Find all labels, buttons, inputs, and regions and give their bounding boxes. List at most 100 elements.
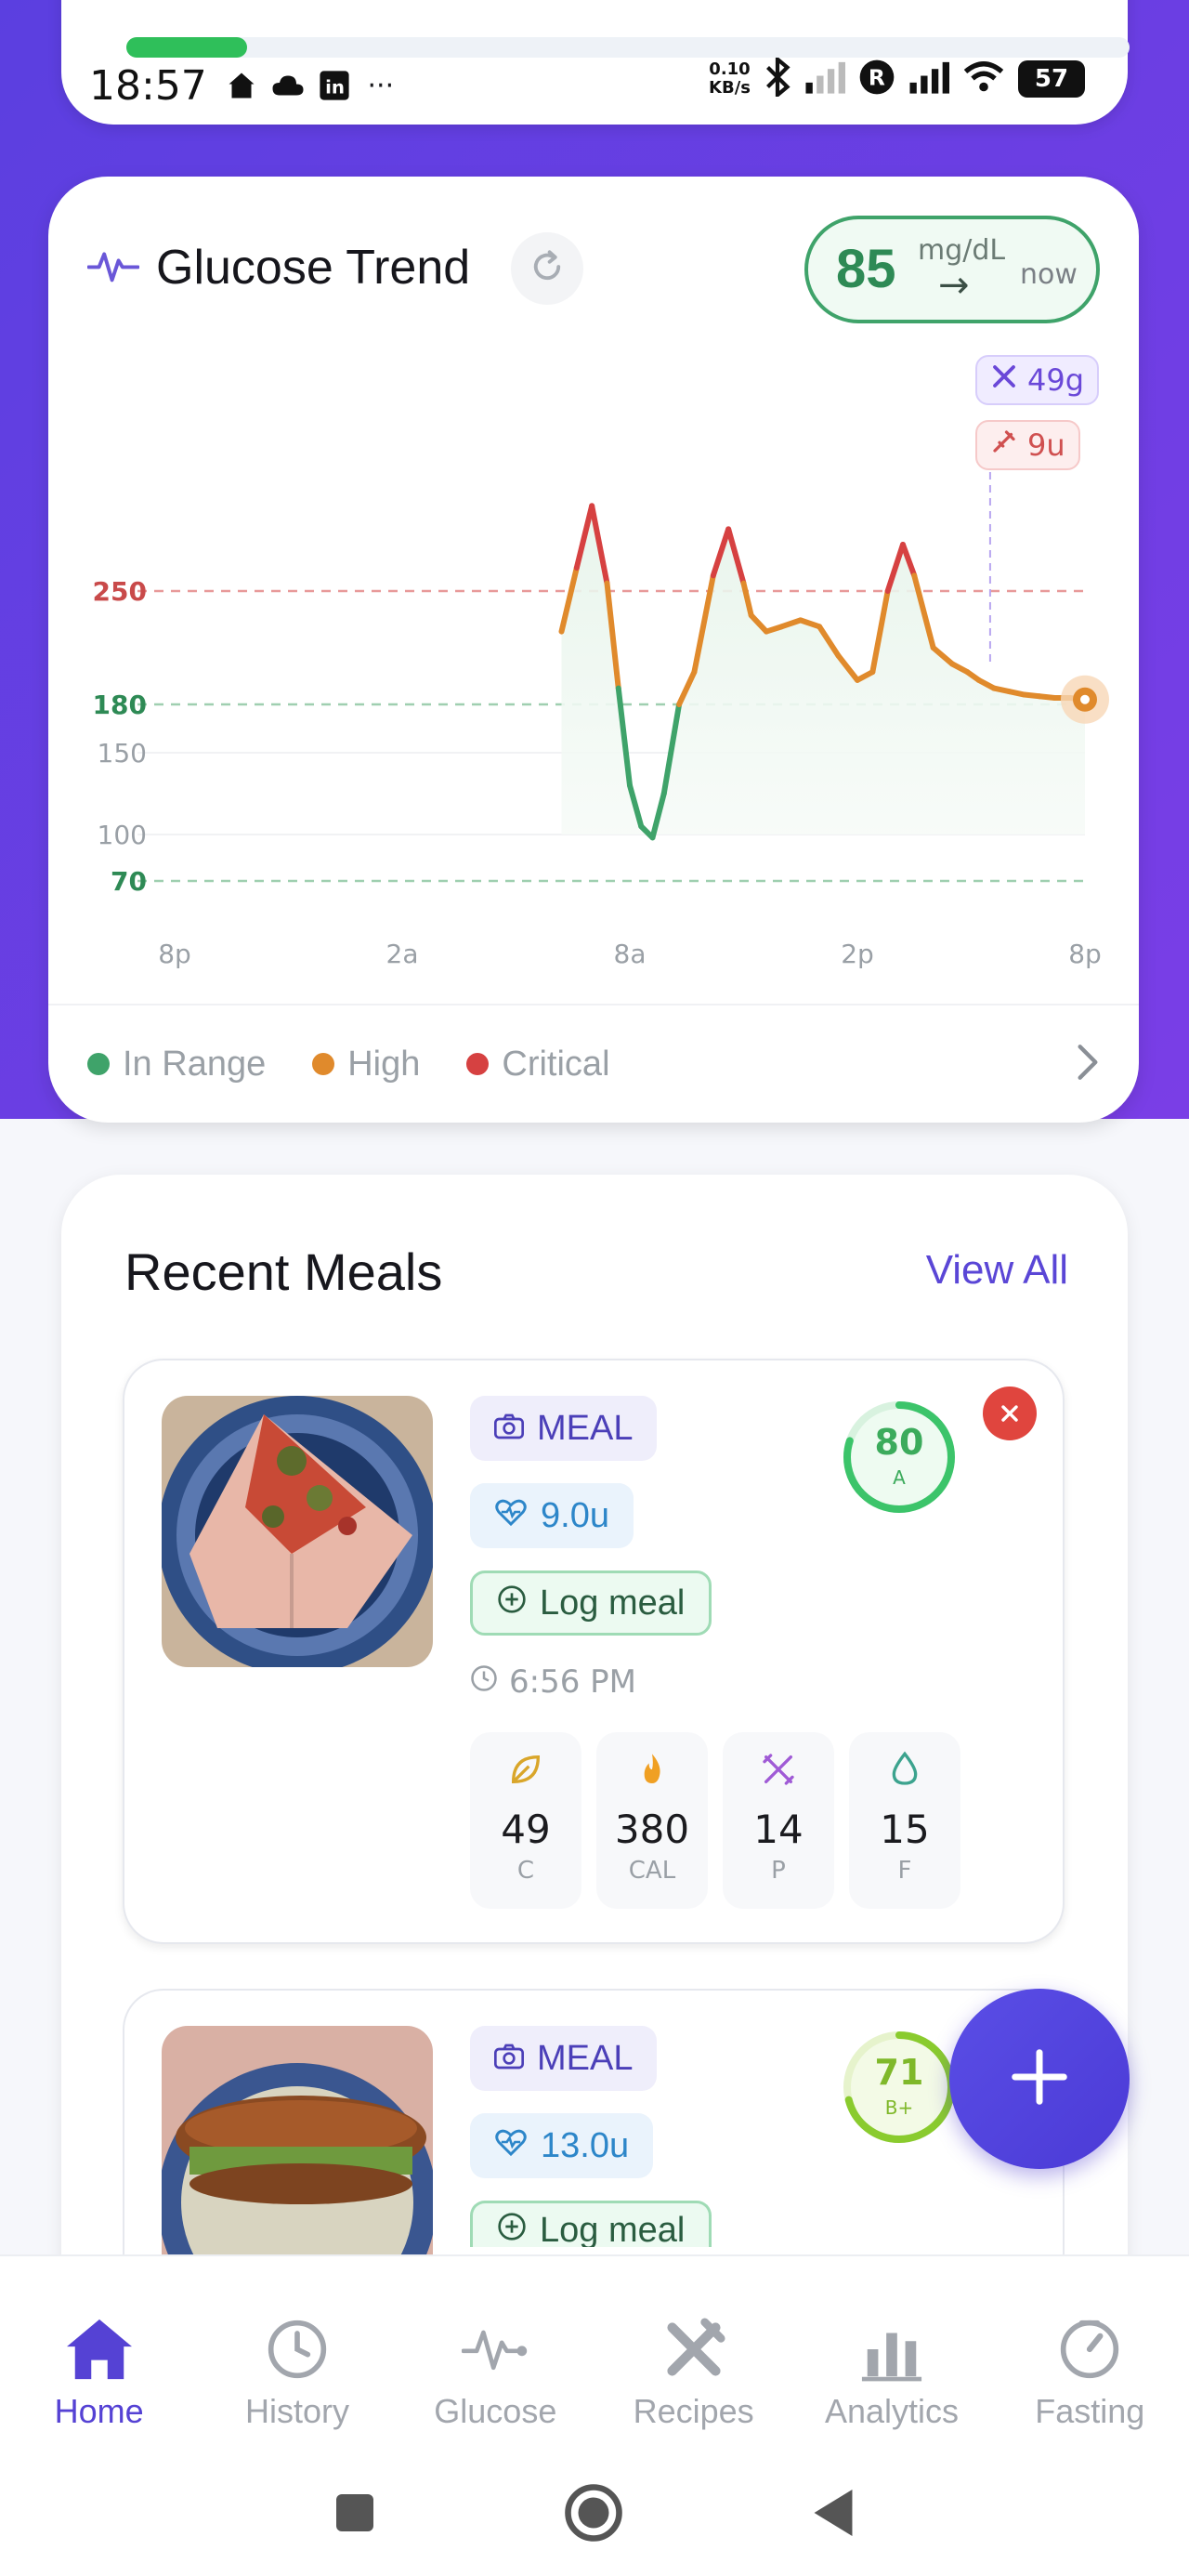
signal-icon <box>908 60 949 98</box>
chevron-right-icon[interactable] <box>1074 1041 1102 1091</box>
nav-glucose[interactable]: Glucose <box>397 2256 594 2453</box>
cloud-icon <box>270 68 306 103</box>
home-button[interactable] <box>563 2482 624 2547</box>
bar-chart-icon <box>855 2314 929 2385</box>
meal-score-value: 80 <box>874 1422 924 1463</box>
nav-home[interactable]: Home <box>0 2256 198 2453</box>
legend-in-range: In Range <box>87 1045 266 1084</box>
current-point-center <box>1080 694 1090 704</box>
utensils-icon <box>990 362 1018 398</box>
heart-pulse-icon <box>494 2126 528 2166</box>
svg-text:R: R <box>869 64 885 90</box>
x-tick-label: 8p <box>158 939 191 969</box>
add-meal-button[interactable] <box>949 1989 1130 2169</box>
meal-card[interactable]: MEAL 9.0u Log meal 6:56 PM 49 C 380 CAL … <box>123 1359 1065 1944</box>
plus-circle-icon <box>497 1584 527 1623</box>
legend-high: High <box>312 1045 420 1084</box>
glucose-chart[interactable]: 250 180 150 100 70 8p 2a 8a 2p 8p <box>48 177 1139 1004</box>
home-status-icon <box>224 68 259 103</box>
back-button[interactable] <box>810 2487 856 2543</box>
svg-text:in: in <box>325 77 345 99</box>
macro-carbs: 49 C <box>470 1732 581 1909</box>
carb-tag[interactable]: 49g <box>975 355 1100 405</box>
bottom-navigation: Home History Glucose Recipes Analytics F… <box>0 2254 1189 2453</box>
legend-dot <box>312 1053 335 1075</box>
camera-icon <box>494 2039 524 2079</box>
y-tick-label: 150 <box>98 738 147 769</box>
x-tick-label: 8p <box>1068 939 1102 969</box>
macro-calories: 380 CAL <box>596 1732 708 1909</box>
legend-dot <box>87 1053 110 1075</box>
legend-critical: Critical <box>466 1045 610 1084</box>
meal-card[interactable]: MEAL 13.0u Log meal 71 B+ <box>123 1989 1065 2295</box>
chart-area <box>561 506 1085 838</box>
home-icon <box>62 2314 137 2385</box>
network-speed: 0.10 KB/s <box>709 59 751 98</box>
carb-tag-value: 49g <box>1027 362 1085 398</box>
insulin-chip: 9.0u <box>470 1483 634 1548</box>
insulin-tag-value: 9u <box>1027 427 1065 463</box>
nav-analytics[interactable]: Analytics <box>792 2256 990 2453</box>
clock-icon <box>260 2314 334 2385</box>
meal-photo[interactable] <box>162 1396 433 1667</box>
recent-apps-button[interactable] <box>333 2491 377 2539</box>
camera-icon <box>494 1409 524 1449</box>
meal-time: 6:56 PM <box>470 1663 636 1701</box>
macro-protein: 14 P <box>723 1732 834 1909</box>
x-tick-label: 8a <box>614 939 647 969</box>
droplet-icon <box>886 1751 923 1788</box>
y-tick-label: 70 <box>111 866 147 897</box>
linkedin-icon: in <box>317 68 352 103</box>
flame-icon <box>634 1751 671 1788</box>
leaf-icon <box>507 1751 544 1788</box>
y-tick-label: 180 <box>93 690 147 720</box>
wifi-icon <box>962 60 1005 98</box>
top-progress-fill <box>126 37 247 58</box>
status-right: 0.10 KB/s R 57 <box>709 55 1085 100</box>
view-all-link[interactable]: View All <box>926 1247 1068 1294</box>
chart-legend[interactable]: In Range High Critical <box>48 1004 1139 1123</box>
meal-score-value: 71 <box>874 2052 924 2093</box>
meal-score-ring[interactable]: 80 A <box>840 1398 959 1517</box>
more-notifications-icon: ··· <box>367 69 395 102</box>
close-icon <box>999 1395 1021 1433</box>
glucose-trend-card[interactable]: Glucose Trend 85 mg/dL → now 250 180 150 10… <box>48 177 1139 1123</box>
meal-photo[interactable] <box>162 2026 433 2267</box>
utensils-icon <box>657 2314 731 2385</box>
meal-score-grade: B+ <box>884 2096 914 2119</box>
recent-meals-title: Recent Meals <box>124 1242 443 1301</box>
syringe-icon <box>990 427 1018 463</box>
plus-icon <box>1007 2044 1072 2113</box>
macro-fat: 15 F <box>849 1732 960 1909</box>
heart-pulse-icon <box>494 1496 528 1536</box>
log-meal-button[interactable]: Log meal <box>470 1571 712 1636</box>
system-status-bar: 18:57 in ··· 0.10 KB/s R 57 <box>89 55 1111 115</box>
battery-indicator: 57 <box>1018 60 1085 98</box>
top-progress-track <box>126 37 1130 58</box>
nav-history[interactable]: History <box>198 2256 396 2453</box>
utensils-icon <box>760 1751 797 1788</box>
gauge-icon <box>1052 2314 1127 2385</box>
meal-score-ring[interactable]: 71 B+ <box>840 2028 959 2147</box>
y-tick-label: 250 <box>93 576 147 607</box>
y-tick-label: 100 <box>98 820 147 850</box>
meal-score-grade: A <box>893 1466 906 1489</box>
plus-circle-icon <box>497 2211 527 2247</box>
x-tick-label: 2a <box>386 939 419 969</box>
nav-recipes[interactable]: Recipes <box>594 2256 792 2453</box>
system-navigation-bar <box>0 2453 1189 2576</box>
pulse-icon <box>458 2314 532 2385</box>
clock: 18:57 <box>89 61 207 110</box>
roaming-icon: R <box>858 59 895 99</box>
log-meal-button[interactable]: Log meal <box>470 2201 712 2247</box>
signal-weak-icon <box>804 60 845 98</box>
bluetooth-icon <box>764 55 791 100</box>
nav-fasting[interactable]: Fasting <box>991 2256 1189 2453</box>
delete-meal-button[interactable] <box>983 1387 1037 1440</box>
insulin-tag[interactable]: 9u <box>975 420 1080 470</box>
status-card: 18:57 in ··· 0.10 KB/s R 57 <box>61 0 1130 125</box>
clock-icon <box>470 1663 498 1701</box>
meal-type-chip: MEAL <box>470 2026 658 2091</box>
legend-dot <box>466 1053 490 1075</box>
insulin-chip: 13.0u <box>470 2113 654 2178</box>
